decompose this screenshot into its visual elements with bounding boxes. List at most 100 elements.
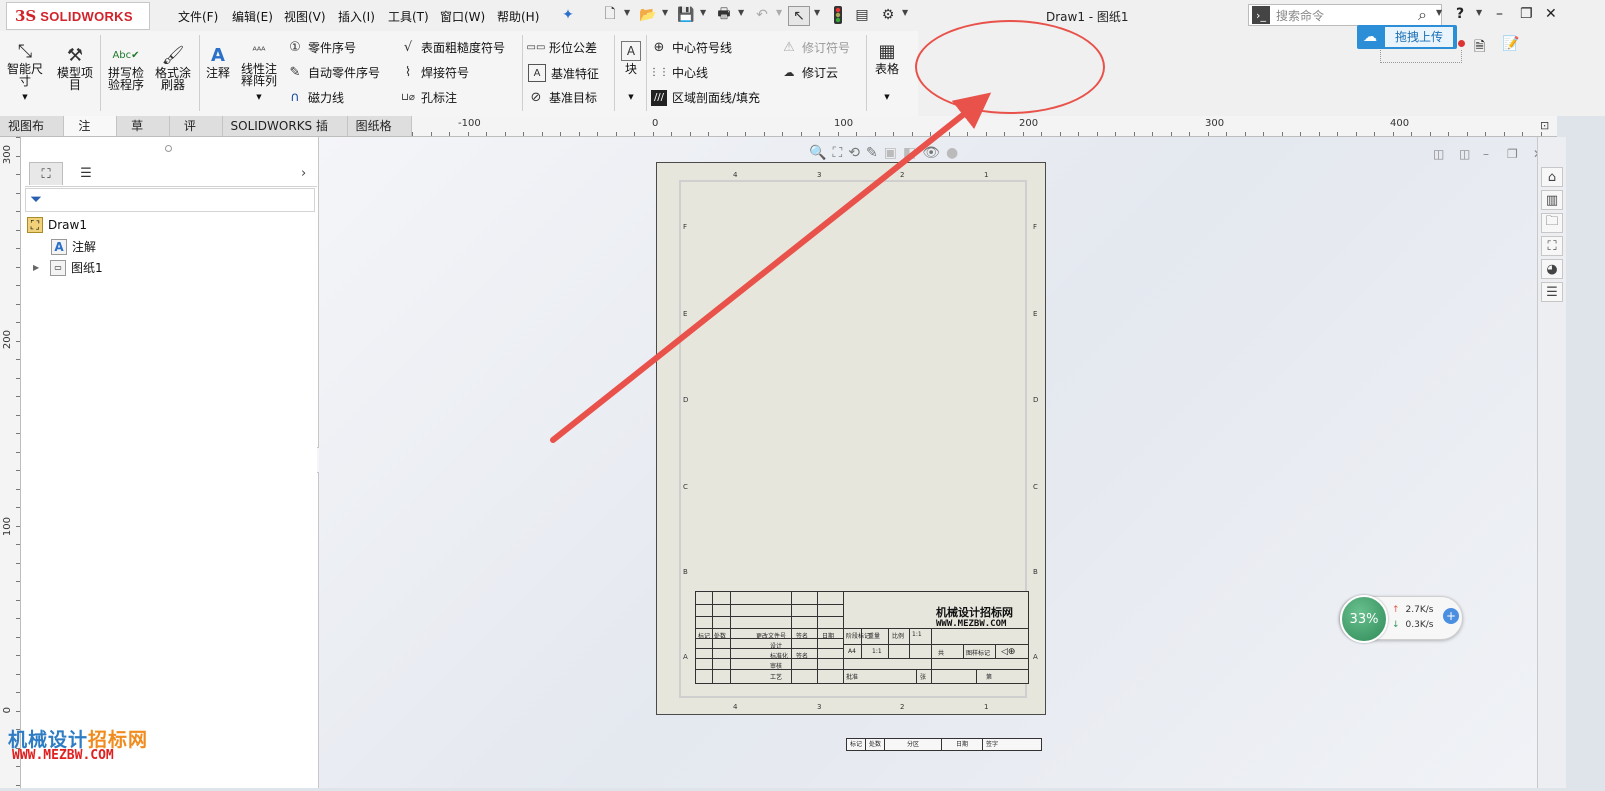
smart-dimension-dropdown-icon[interactable]: ▼ [4,91,46,103]
print-dropdown-icon[interactable]: ▼ [738,8,744,17]
file-properties-icon[interactable]: ▤ [852,6,872,24]
open-folder-icon[interactable]: 📂 [638,6,658,24]
select-pointer-icon[interactable]: ↖ [788,6,810,26]
file-explorer-icon[interactable]: 🗀 [1541,213,1563,233]
search-dropdown-icon[interactable]: ▼ [1436,8,1442,17]
menu-edit[interactable]: 编辑(E) [232,8,273,25]
linear-note-pattern-button[interactable]: ᴬᴬᴬ 线性注 释阵列 ▼ [236,41,282,103]
graphics-area[interactable]: 🔍 ⛶ ⟲ ✎ ▣ ◧ 👁 ● ◫ ◫ – ❐ ✕ 4 3 2 1 4 3 2 … [319,137,1543,788]
view-palette-icon[interactable]: ⛶ [1541,236,1563,256]
datum-feature-button[interactable]: A 基准特征 [528,64,599,82]
help-dropdown-icon[interactable]: ▼ [1476,8,1482,17]
display-style-icon[interactable]: ◧ [903,145,916,161]
tab-annotation[interactable]: 注解 [64,116,118,153]
revision-symbol-button[interactable]: ⚠ 修订符号 [781,39,850,56]
property-manager-tab-icon[interactable]: ☰ [69,162,103,185]
block-dropdown-icon[interactable]: ▼ [618,91,644,103]
custom-properties-icon[interactable]: ☰ [1541,282,1563,302]
tab-view-layout[interactable]: 视图布局 [0,116,65,153]
expand-arrow-icon[interactable]: ▶ [33,263,45,272]
view-orientation-icon[interactable]: ▣ [884,145,897,161]
note-button[interactable]: A 注释 [202,45,234,79]
weld-symbol-button[interactable]: ⌇ 焊接符号 [400,64,469,81]
menu-help[interactable]: 帮助(H) [497,8,539,25]
new-dropdown-icon[interactable]: ▼ [624,8,630,17]
sketch-pencil-icon[interactable]: ✎ [866,145,878,161]
document-sparkle-icon[interactable]: 🗎 [1474,36,1485,60]
search-icon[interactable]: ⌕ [1418,5,1427,25]
revision-table[interactable]: 标记 处数 分区 日期 签字 [846,738,1042,751]
model-items-button[interactable]: ⚒ 模型项 目 [52,45,98,91]
title-block[interactable]: 标记 处数 更改文件号 签名 日期 阶段标记 重量 比例 1:1 A4 1:1 … [695,591,1029,684]
tab-sketch[interactable]: 草图 [117,116,170,153]
surface-finish-button[interactable]: √ 表面粗糙度符号 [400,39,505,56]
hide-show-items-icon[interactable]: 👁 [922,145,940,161]
tree-item-draw1[interactable]: ⛶ Draw1 [27,217,87,233]
menu-insert[interactable]: 插入(I) [338,8,375,25]
previous-view-icon[interactable]: ⟲ [848,145,860,161]
restore-icon[interactable]: ❐ [1520,6,1533,22]
search-commands[interactable]: ›_ 搜索命令 ⌕ [1248,4,1442,26]
centerline-button[interactable]: ⋮⋮ 中心线 [649,64,708,81]
speed-percent-circle[interactable]: 33% [1340,595,1388,643]
feature-manager-tab-icon[interactable]: ⛶ [29,162,63,185]
revision-cloud-button[interactable]: ☁ 修订云 [781,64,839,81]
tree-item-annotations[interactable]: A 注解 [51,238,96,255]
auto-balloon-button[interactable]: ✎ 自动零件序号 [287,64,380,81]
baidu-upload-widget[interactable]: ☁ 拖拽上传 [1357,25,1457,49]
panel-grip-icon[interactable] [165,145,172,152]
spell-checker-button[interactable]: Abc✔ 拼写检 验程序 [104,45,148,91]
edit-document-icon[interactable]: 📝 [1502,36,1519,52]
undo-icon[interactable]: ↶ [752,6,772,24]
zoom-to-area-icon[interactable]: ⛶ [832,145,842,161]
area-hatch-button[interactable]: /// 区域剖面线/填充 [651,89,760,106]
tree-item-sheet1[interactable]: ▶ ▭ 图纸1 [33,259,103,276]
menu-file[interactable]: 文件(F) [178,8,218,25]
tab-evaluate[interactable]: 评估 [169,116,223,153]
save-icon[interactable]: 💾 [676,6,696,24]
drawing-sheet[interactable]: 4 3 2 1 4 3 2 1 F E D C B A F E D C B A [656,162,1046,715]
geometric-tolerance-button[interactable]: ▭▭ 形位公差 [527,39,597,56]
datum-target-button[interactable]: ⊘ 基准目标 [528,89,597,106]
table-dropdown-icon[interactable]: ▼ [870,91,904,103]
rebuild-traffic-light-icon[interactable] [828,6,848,24]
smart-dimension-button[interactable]: ⤡ 智能尺 寸 ▼ [4,41,46,103]
close-icon[interactable]: ✕ [1545,6,1557,22]
viewport-minimize-icon[interactable]: – [1483,147,1489,161]
zoom-to-fit-icon[interactable]: 🔍 [809,145,826,161]
viewport-prev-icon[interactable]: ◫ [1433,147,1444,161]
appearance-icon[interactable]: ● [946,145,958,161]
network-speed-widget[interactable]: 33% ↑ 2.7K/s ↓ 0.3K/s + [1339,595,1463,643]
select-dropdown-icon[interactable]: ▼ [814,8,820,17]
ruler-corner-icon[interactable]: ⊡ [1540,119,1549,132]
linear-pattern-dropdown-icon[interactable]: ▼ [236,91,282,103]
options-gear-icon[interactable]: ⚙ [878,6,898,24]
open-dropdown-icon[interactable]: ▼ [662,8,668,17]
format-painter-button[interactable]: 🖌 格式涂 刷器 [150,45,196,91]
options-dropdown-icon[interactable]: ▼ [902,8,908,17]
solidworks-logo[interactable]: 3S SOLIDWORKS [6,2,150,30]
record-dot-icon[interactable] [1458,40,1465,47]
tree-filter-bar[interactable]: ⏷ [25,188,315,212]
speed-plus-icon[interactable]: + [1443,608,1459,624]
viewport-restore-icon[interactable]: ❐ [1507,147,1518,161]
pin-icon[interactable]: ✦ [558,6,578,24]
tab-sheet-format[interactable]: 图纸格式 [347,116,412,153]
filter-icon[interactable]: ⏷ [30,190,42,208]
balloon-button[interactable]: ① 零件序号 [287,39,356,56]
block-button[interactable]: A 块 ▼ [618,41,644,103]
menu-view[interactable]: 视图(V) [284,8,326,25]
undo-dropdown-icon[interactable]: ▼ [776,8,782,17]
design-library-icon[interactable]: ▥ [1541,190,1563,210]
appearances-icon[interactable]: ◕ [1541,259,1563,279]
viewport-next-icon[interactable]: ◫ [1459,147,1470,161]
minimize-icon[interactable]: – [1496,6,1503,22]
menu-tools[interactable]: 工具(T) [388,8,429,25]
help-icon[interactable]: ? [1456,6,1464,22]
new-document-icon[interactable]: 🗋 [600,6,620,24]
hole-callout-button[interactable]: ⊔⌀ 孔标注 [400,89,457,106]
menu-window[interactable]: 窗口(W) [440,8,485,25]
save-dropdown-icon[interactable]: ▼ [700,8,706,17]
home-icon[interactable]: ⌂ [1541,167,1563,187]
table-button[interactable]: ▦ 表格 ▼ [870,41,904,103]
